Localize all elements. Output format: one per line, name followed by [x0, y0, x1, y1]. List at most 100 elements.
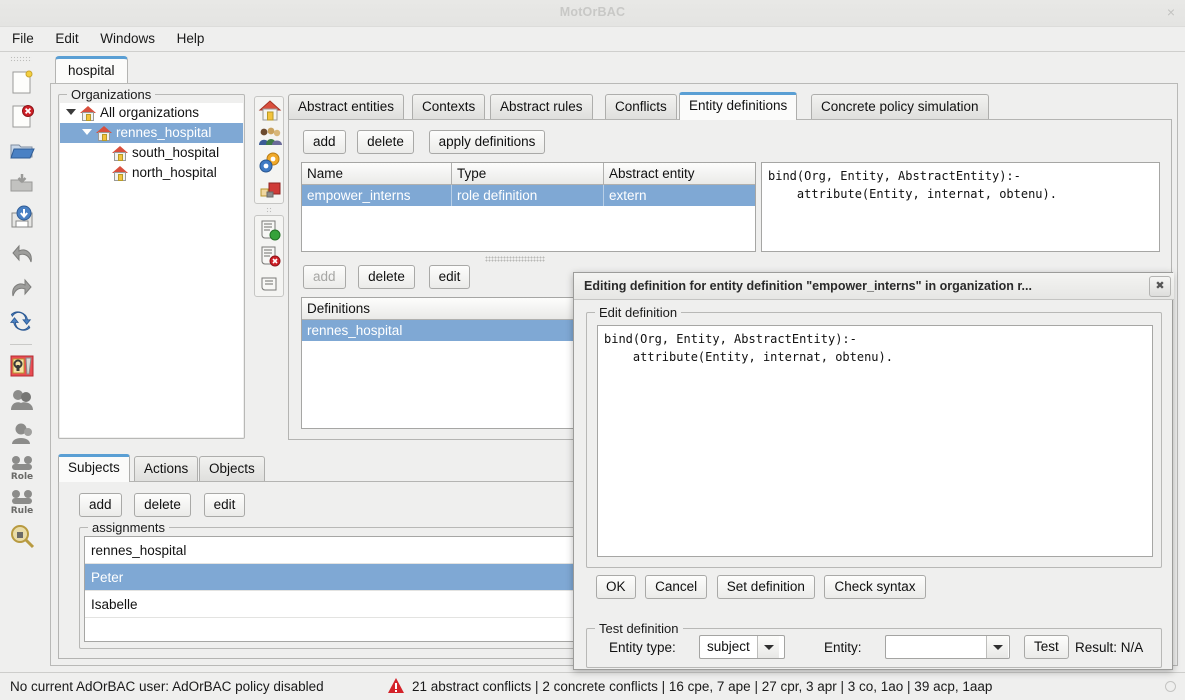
chevron-down-icon[interactable] — [986, 636, 1008, 658]
expand-arrow-icon[interactable] — [66, 109, 76, 115]
check-syntax-button[interactable]: Check syntax — [824, 575, 926, 599]
tab-abstract-rules[interactable]: Abstract rules — [490, 94, 593, 120]
add-subject-button[interactable]: add — [79, 493, 122, 517]
organizations-tree[interactable]: All organizations rennes_hospital south_… — [60, 103, 243, 437]
undo-icon[interactable] — [8, 240, 36, 268]
main-tabstrip: Abstract entities Contexts Abstract rule… — [288, 92, 1172, 120]
cell-type: role definition — [452, 185, 604, 206]
refresh-icon[interactable] — [8, 308, 36, 336]
dialog-titlebar: Editing definition for entity definition… — [574, 273, 1174, 300]
column-header-name[interactable]: Name — [302, 163, 452, 185]
tab-entity-definitions[interactable]: Entity definitions — [679, 92, 798, 120]
dialog-title: Editing definition for entity definition… — [584, 279, 1032, 293]
tab-conflicts[interactable]: Conflicts — [605, 94, 677, 120]
gears-settings-icon[interactable] — [258, 151, 282, 175]
test-definition-group-label: Test definition — [595, 621, 683, 636]
security-lock-icon[interactable] — [8, 352, 36, 380]
entity-label: Entity: — [824, 640, 862, 655]
test-button[interactable]: Test — [1024, 635, 1069, 659]
entity-type-select[interactable]: subject — [699, 635, 785, 659]
organizations-group: Organizations All organizations rennes_h… — [58, 87, 245, 439]
window-close-button[interactable]: × — [1167, 5, 1175, 19]
search-lock-icon[interactable] — [8, 522, 36, 550]
tree-item-south-hospital[interactable]: south_hospital — [60, 143, 243, 163]
delete-definition-button[interactable]: delete — [357, 130, 414, 154]
test-definition-group: Test definition Entity type: subject Ent… — [586, 621, 1162, 668]
menu-bar: File Edit Windows Help — [0, 27, 1185, 52]
rule-permission-icon[interactable] — [258, 218, 282, 242]
warning-triangle-icon — [388, 678, 405, 693]
policy-tabstrip: hospital — [50, 56, 1178, 84]
toolbar-grip[interactable] — [10, 56, 32, 62]
menu-item-help[interactable]: Help — [168, 27, 214, 50]
dialog-body: Edit definition bind(Org, Entity, Abstra… — [574, 300, 1174, 671]
window-titlebar: MotOrBAC × — [0, 0, 1185, 27]
column-header-type[interactable]: Type — [452, 163, 604, 185]
group-dark-icon[interactable] — [8, 386, 36, 414]
objects-icon[interactable] — [258, 177, 282, 201]
tab-concrete-policy-simulation[interactable]: Concrete policy simulation — [811, 94, 989, 120]
role-icon[interactable]: Role — [8, 454, 36, 482]
delete-organization-definition-button[interactable]: delete — [358, 265, 415, 289]
tree-item-label: rennes_hospital — [116, 125, 212, 140]
tab-actions[interactable]: Actions — [134, 456, 199, 482]
column-header-abstract-entity[interactable]: Abstract entity — [604, 163, 755, 185]
definition-code-view[interactable]: bind(Org, Entity, AbstractEntity):- attr… — [761, 162, 1160, 252]
tab-contexts[interactable]: Contexts — [412, 94, 486, 120]
save-icon[interactable] — [8, 170, 36, 198]
chevron-down-icon[interactable] — [756, 636, 779, 658]
delete-subject-button[interactable]: delete — [134, 493, 191, 517]
svg-text:Role: Role — [11, 472, 33, 482]
organization-house-icon — [112, 146, 128, 161]
tab-objects[interactable]: Objects — [199, 456, 265, 482]
cell-name: empower_interns — [302, 185, 452, 206]
users-group-icon[interactable] — [258, 125, 282, 149]
entity-rail — [254, 92, 284, 297]
organizations-group-label: Organizations — [67, 87, 156, 102]
tree-item-rennes-hospital[interactable]: rennes_hospital — [60, 123, 243, 143]
open-folder-icon[interactable] — [8, 136, 36, 164]
splitter-handle[interactable] — [485, 256, 545, 262]
organization-house-icon — [112, 166, 128, 181]
rule-prohibition-icon[interactable] — [258, 244, 282, 268]
save-as-icon[interactable] — [8, 204, 36, 232]
definition-editor-textarea[interactable]: bind(Org, Entity, AbstractEntity):- attr… — [597, 325, 1153, 557]
edit-definition-group-label: Edit definition — [595, 305, 682, 320]
window-title: MotOrBAC — [559, 5, 626, 19]
tree-item-north-hospital[interactable]: north_hospital — [60, 163, 243, 183]
tree-item-all-organizations[interactable]: All organizations — [60, 103, 243, 123]
menu-item-windows[interactable]: Windows — [91, 27, 164, 50]
menu-item-file[interactable]: File — [3, 27, 43, 50]
tab-abstract-entities[interactable]: Abstract entities — [288, 94, 405, 120]
entity-select[interactable] — [885, 635, 1010, 659]
status-counts: 21 abstract conflicts | 2 concrete confl… — [412, 679, 993, 694]
entity-rail-top — [254, 96, 284, 204]
edit-organization-definition-button[interactable]: edit — [428, 265, 471, 289]
ok-button[interactable]: OK — [596, 575, 636, 599]
cancel-button[interactable]: Cancel — [645, 575, 708, 599]
entity-definitions-table[interactable]: Name Type Abstract entity empower_intern… — [301, 162, 756, 252]
status-indicator-circle — [1165, 681, 1176, 692]
organization-house-icon — [80, 106, 96, 121]
svg-text:Rule: Rule — [11, 506, 34, 516]
edit-definition-group: Edit definition bind(Org, Entity, Abstra… — [586, 305, 1162, 568]
group-dark2-icon[interactable] — [8, 420, 36, 448]
close-policy-icon[interactable] — [8, 102, 36, 130]
expand-arrow-icon[interactable] — [82, 129, 92, 135]
organization-home-icon[interactable] — [258, 99, 282, 123]
tab-subjects[interactable]: Subjects — [58, 454, 130, 482]
redo-icon[interactable] — [8, 274, 36, 302]
rule-icon[interactable]: Rule — [8, 488, 36, 516]
edit-subject-button[interactable]: edit — [203, 493, 246, 517]
rule-plain-icon[interactable] — [258, 270, 282, 294]
apply-definitions-button[interactable]: apply definitions — [428, 130, 546, 154]
add-definition-button[interactable]: add — [303, 130, 346, 154]
table-row[interactable]: empower_interns role definition extern — [302, 185, 755, 206]
new-policy-icon[interactable] — [8, 68, 36, 96]
menu-item-edit[interactable]: Edit — [46, 27, 87, 50]
add-organization-definition-button[interactable]: add — [303, 265, 346, 289]
policy-tab-hospital[interactable]: hospital — [55, 56, 128, 84]
dialog-close-button[interactable]: ✖ — [1149, 276, 1171, 297]
tree-item-label: All organizations — [100, 105, 200, 120]
set-definition-button[interactable]: Set definition — [716, 575, 815, 599]
